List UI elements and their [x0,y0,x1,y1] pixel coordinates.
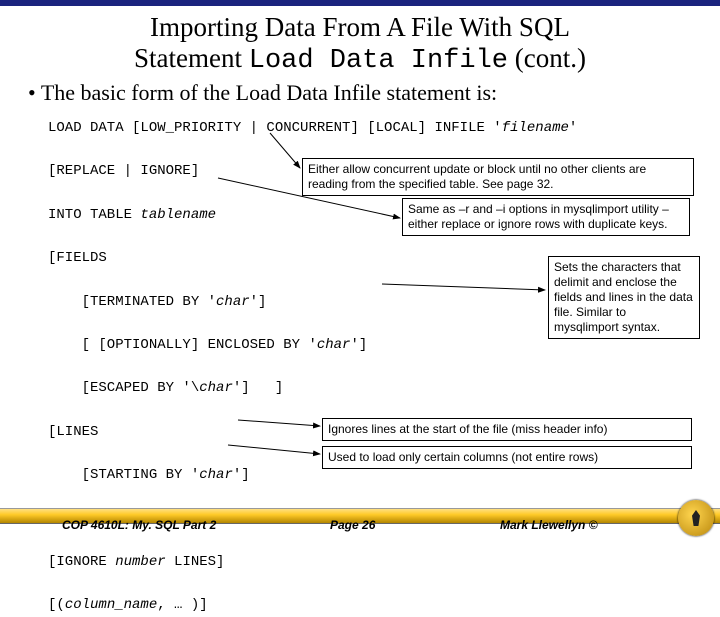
callout-concurrent-text: Either allow concurrent update or block … [308,162,646,191]
syntax-l1i: filename [502,120,569,136]
syntax-l5a: [TERMINATED BY ' [48,294,216,310]
title-line2a: Statement [134,43,249,73]
syntax-l9a: [STARTING BY ' [48,467,199,483]
syntax-l6b: '] [350,337,367,353]
callout-concurrent: Either allow concurrent update or block … [302,158,694,196]
syntax-l7a: [ESCAPED BY '\ [48,380,199,396]
syntax-l11i: number [115,554,165,570]
syntax-l2: [REPLACE | IGNORE] [48,163,199,179]
syntax-l3i: tablename [140,207,216,223]
syntax-l3a: INTO TABLE [48,207,140,223]
footer-left: COP 4610L: My. SQL Part 2 [62,518,216,532]
syntax-l4: [FIELDS [48,250,107,266]
slide-title: Importing Data From A File With SQL Stat… [40,12,680,77]
callout-ignore-text: Ignores lines at the start of the file (… [328,422,607,436]
syntax-l8: [LINES [48,424,98,440]
syntax-l9i: char [199,467,233,483]
syntax-l12i: column_name [65,597,157,613]
syntax-l7b: '] ] [233,380,283,396]
callout-ignore: Ignores lines at the start of the file (… [322,418,692,441]
bullet-label: The basic form of the Load Data Infile s… [41,80,497,105]
syntax-l6a: [ [OPTIONALLY] ENCLOSED BY ' [48,337,317,353]
syntax-l12a: [( [48,597,65,613]
title-line1: Importing Data From A File With SQL [150,12,570,42]
syntax-l9b: '] [233,467,250,483]
syntax-l7i: char [199,380,233,396]
syntax-l11a: [IGNORE [48,554,115,570]
syntax-l12b: , … )] [157,597,207,613]
syntax-l5b: '] [250,294,267,310]
callout-columns: Used to load only certain columns (not e… [322,446,692,469]
syntax-l11b: LINES] [166,554,225,570]
syntax-l5i: char [216,294,250,310]
callout-replace: Same as –r and –i options in mysqlimport… [402,198,690,236]
footer-right: Mark Llewellyn © [500,518,598,532]
callout-replace-text: Same as –r and –i options in mysqlimport… [408,202,669,231]
syntax-l1a: LOAD DATA [LOW_PRIORITY | CONCURRENT] [L… [48,120,502,136]
callout-columns-text: Used to load only certain columns (not e… [328,450,598,464]
top-border [0,0,720,6]
footer-center: Page 26 [330,518,375,532]
title-mono: Load Data Infile [249,46,508,76]
syntax-l6i: char [317,337,351,353]
bullet-text: • The basic form of the Load Data Infile… [28,80,700,106]
callout-fields-text: Sets the characters that delimit and enc… [554,260,693,334]
footer: COP 4610L: My. SQL Part 2 Page 26 Mark L… [0,500,720,540]
callout-fields: Sets the characters that delimit and enc… [548,256,700,339]
syntax-l1b: ' [569,120,577,136]
logo-icon [678,500,714,536]
title-line2b: (cont.) [508,43,586,73]
